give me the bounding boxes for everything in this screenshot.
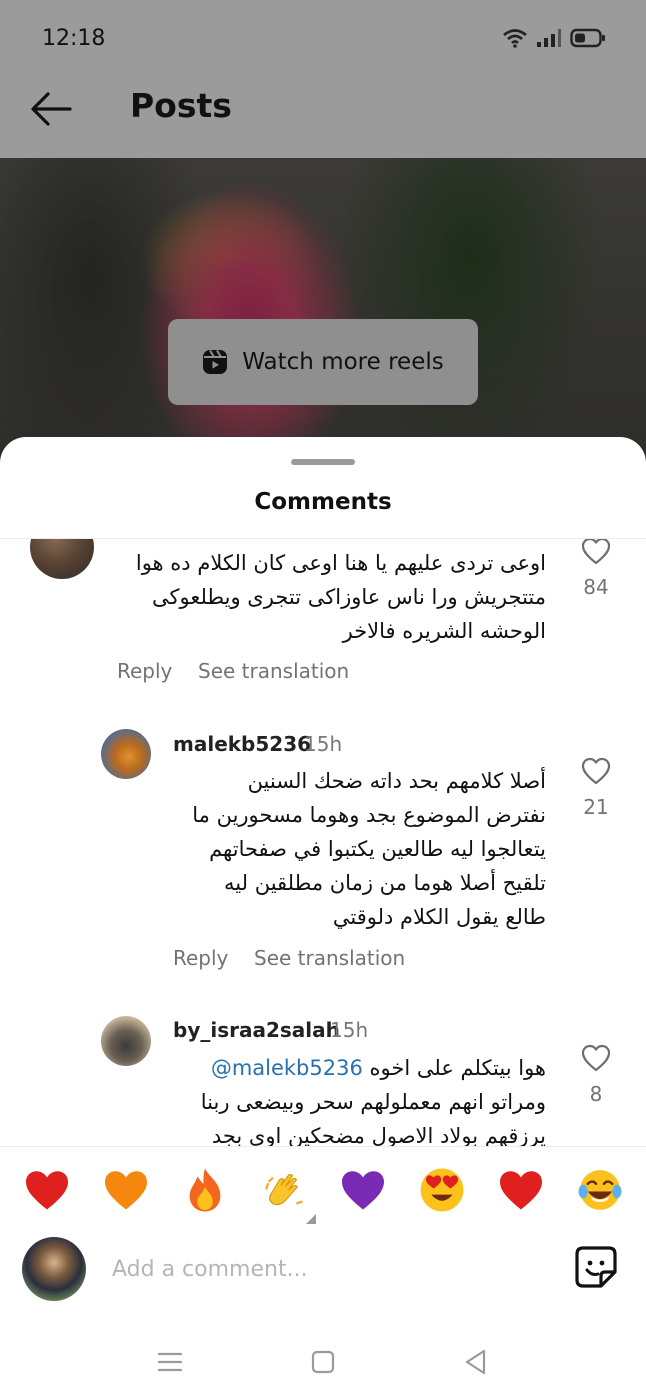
purple-heart-emoji[interactable] [338, 1165, 388, 1215]
see-translation-button[interactable]: See translation [254, 946, 405, 970]
system-nav-bar [0, 1320, 646, 1400]
emoji-bar [0, 1165, 646, 1221]
menu-icon[interactable] [156, 1348, 184, 1376]
comment-timestamp: 15h [304, 732, 343, 756]
comment-text: اوعى تردى عليهم يا هنا اوعى كان الكلام د… [135, 551, 546, 643]
tears-of-joy-emoji[interactable] [575, 1165, 625, 1215]
reels-icon [203, 349, 228, 374]
orange-heart-emoji[interactable] [101, 1165, 151, 1215]
like-count: 84 [583, 575, 609, 599]
like-control[interactable]: 8 [574, 1044, 618, 1106]
like-count: 21 [583, 795, 609, 819]
heart-outline-icon[interactable] [581, 757, 611, 785]
top-app-bar: 12:18 Posts [0, 0, 646, 158]
comment-input[interactable] [112, 1247, 542, 1291]
signal-icon [537, 29, 561, 47]
back-arrow-icon[interactable] [28, 88, 74, 130]
like-count: 8 [589, 1082, 603, 1106]
comment-list[interactable]: اوعى تردى عليهم يا هنا اوعى كان الكلام د… [0, 539, 646, 1146]
current-user-avatar [22, 1237, 86, 1301]
comments-sheet: Comments اوعى تردى عليهم يا هنا اوعى كان… [0, 437, 646, 1400]
watch-more-reels-button[interactable]: Watch more reels [168, 319, 478, 405]
sheet-title: Comments [254, 489, 392, 515]
comment-username[interactable]: by_israa2salah [173, 1018, 340, 1042]
heart-outline-icon[interactable] [581, 1044, 611, 1072]
page-title: Posts [130, 86, 232, 125]
fire-emoji[interactable] [180, 1165, 230, 1215]
comment-username[interactable]: malekb5236 [173, 732, 311, 756]
battery-icon [570, 28, 605, 48]
reels-button-label: Watch more reels [242, 349, 444, 375]
red-heart-emoji[interactable] [496, 1165, 546, 1215]
status-icons [502, 28, 606, 48]
clapping-hands-emoji[interactable] [259, 1165, 309, 1215]
back-icon[interactable] [462, 1348, 490, 1376]
heart-outline-icon[interactable] [581, 539, 611, 565]
divider [0, 1146, 646, 1147]
reply-button[interactable]: Reply [173, 946, 228, 970]
status-time: 12:18 [42, 26, 106, 51]
see-translation-button[interactable]: See translation [198, 659, 349, 683]
wifi-icon [503, 29, 527, 48]
comment-text: أصلا كلامهم بحد داته ضحك السنين نفترض ال… [192, 769, 546, 929]
drag-handle[interactable] [291, 459, 355, 465]
sticker-icon[interactable] [574, 1245, 618, 1289]
red-heart-emoji[interactable] [22, 1165, 72, 1215]
reply-button[interactable]: Reply [117, 659, 172, 683]
like-control[interactable]: 84 [574, 539, 618, 599]
home-icon[interactable] [309, 1348, 337, 1376]
like-control[interactable]: 21 [574, 757, 618, 819]
mention-link[interactable]: @malekb5236 [211, 1056, 363, 1080]
comment-text: @malekb5236 هوا بيتكلم على اخوه ومراتو ا… [126, 1051, 546, 1146]
comment-timestamp: 15h [330, 1018, 369, 1042]
heart-eyes-emoji[interactable] [417, 1165, 467, 1215]
emoji-expand-indicator [306, 1214, 316, 1224]
